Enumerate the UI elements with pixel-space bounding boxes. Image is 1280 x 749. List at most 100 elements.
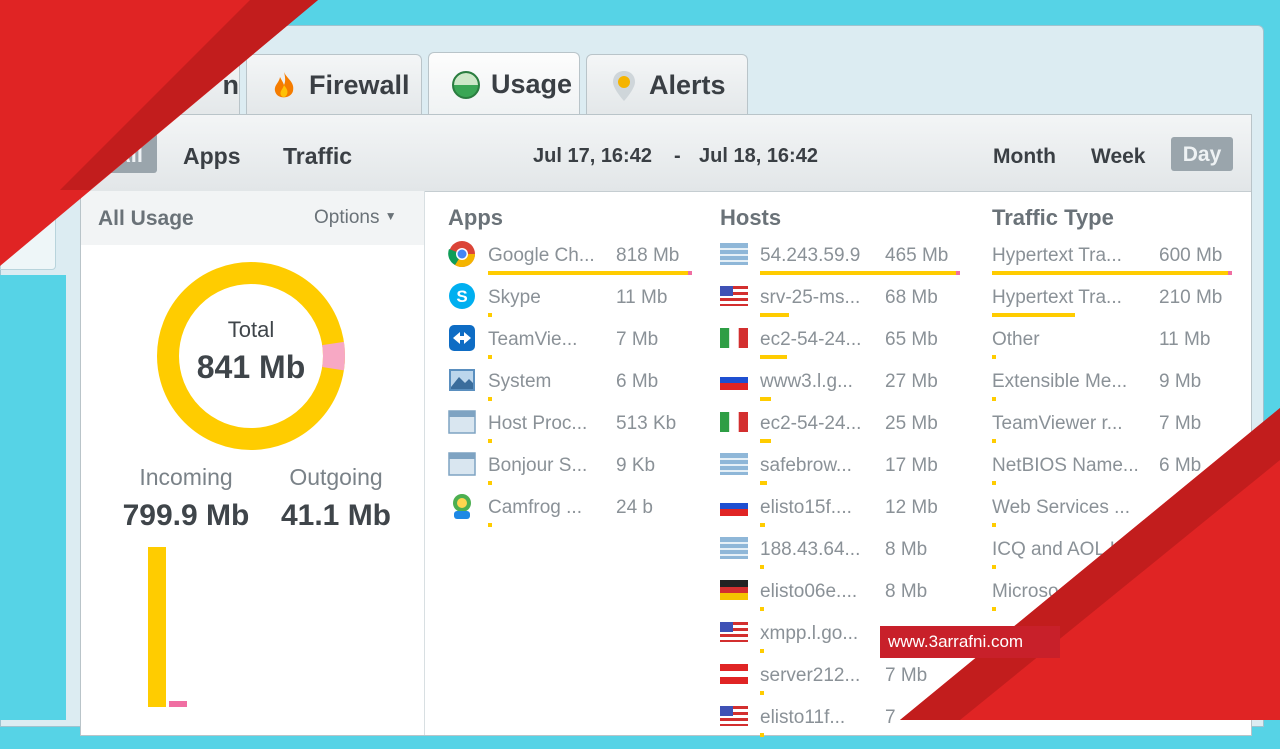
flag-at-icon bbox=[719, 659, 749, 689]
apps-row[interactable]: Google Ch... 818 Mb bbox=[448, 241, 696, 287]
flag-it-icon bbox=[719, 407, 749, 437]
hosts-row-name: ec2-54-24... bbox=[760, 329, 862, 350]
apps-row-value: 7 Mb bbox=[616, 329, 659, 350]
donut-center-label: Total 841 Mb bbox=[156, 317, 346, 386]
apps-usage-bar bbox=[488, 355, 492, 359]
hosts-usage-bar bbox=[760, 649, 764, 653]
hosts-row[interactable]: ec2-54-24... 65 Mb bbox=[720, 328, 965, 371]
usage-icon bbox=[451, 70, 481, 100]
traffic-row[interactable]: Hypertext Tra... 600 Mb bbox=[992, 245, 1239, 287]
hosts-row[interactable]: 54.243.59.9 465 Mb bbox=[720, 243, 965, 287]
apps-row-name: TeamVie... bbox=[488, 329, 578, 350]
hosts-row-name: safebrow... bbox=[760, 455, 852, 476]
apps-row-name: System bbox=[488, 371, 552, 392]
flag-de-icon bbox=[719, 575, 749, 605]
outgoing-block: Outgoing 41.1 Mb bbox=[271, 464, 401, 533]
hosts-row-name: elisto06e.... bbox=[760, 581, 858, 602]
traffic-usage-bar-tip bbox=[1228, 271, 1232, 275]
apps-row[interactable]: Bonjour S... 9 Kb bbox=[448, 452, 696, 497]
week-button[interactable]: Week bbox=[1091, 145, 1145, 169]
range-end: Jul 18, 16:42 bbox=[699, 145, 818, 167]
server-icon bbox=[719, 533, 749, 563]
total-value: 841 Mb bbox=[196, 349, 306, 385]
hosts-row-name: ec2-54-24... bbox=[760, 413, 862, 434]
traffic-row-name: Hypertext Tra... bbox=[992, 287, 1122, 308]
month-button[interactable]: Month bbox=[993, 145, 1056, 169]
flag-us-icon bbox=[719, 281, 749, 311]
hosts-row-name: elisto11f... bbox=[760, 707, 846, 728]
traffic-row-name: Extensible Me... bbox=[992, 371, 1128, 392]
traffic-row-value: 600 Mb bbox=[1159, 245, 1223, 266]
apps-row-value: 818 Mb bbox=[616, 245, 680, 266]
hosts-row-name: www3.l.g... bbox=[760, 371, 853, 392]
incoming-bar bbox=[148, 547, 166, 707]
traffic-usage-bar bbox=[992, 313, 1075, 317]
hosts-usage-bar bbox=[760, 481, 767, 485]
window-icon bbox=[447, 407, 477, 437]
hosts-row[interactable]: srv-25-ms... 68 Mb bbox=[720, 286, 965, 329]
flag-us-icon bbox=[719, 701, 749, 731]
apps-row-name: Skype bbox=[488, 287, 541, 308]
apps-row-value: 6 Mb bbox=[616, 371, 659, 392]
range-separator: - bbox=[674, 145, 681, 167]
apps-row[interactable]: S Skype 11 Mb bbox=[449, 283, 696, 329]
hosts-row-name: xmpp.l.go... bbox=[760, 623, 859, 644]
outgoing-value: 41.1 Mb bbox=[280, 499, 392, 532]
hosts-usage-bar bbox=[760, 565, 764, 569]
hosts-row-value: 65 Mb bbox=[885, 329, 938, 350]
server-icon bbox=[719, 449, 749, 479]
hosts-usage-bar-tip bbox=[956, 271, 960, 275]
traffic-row[interactable]: Other 11 Mb bbox=[992, 329, 1239, 371]
traffic-usage-bar bbox=[992, 271, 1232, 275]
apps-row-name: Host Proc... bbox=[488, 413, 588, 434]
incoming-value: 799.9 Mb bbox=[122, 499, 250, 532]
apps-row[interactable]: TeamVie... 7 Mb bbox=[449, 325, 696, 371]
apps-row-value: 513 Kb bbox=[616, 413, 677, 434]
range-start: Jul 17, 16:42 bbox=[533, 145, 652, 167]
system-icon bbox=[447, 365, 477, 395]
traffic-column-title: Traffic Type bbox=[992, 205, 1114, 230]
hosts-row-name: 54.243.59.9 bbox=[760, 245, 861, 266]
outgoing-label: Outgoing bbox=[289, 464, 383, 490]
watermark: www.3arrafni.com bbox=[880, 626, 1060, 658]
window-icon bbox=[447, 449, 477, 479]
incoming-block: Incoming 799.9 Mb bbox=[111, 464, 261, 533]
hosts-usage-bar bbox=[760, 607, 764, 611]
chrome-icon bbox=[447, 239, 477, 269]
traffic-row-value: 11 Mb bbox=[1159, 329, 1211, 350]
apps-usage-bar bbox=[488, 439, 492, 443]
traffic-row[interactable]: Hypertext Tra... 210 Mb bbox=[992, 287, 1239, 329]
outgoing-bar bbox=[169, 701, 187, 707]
apps-row[interactable]: System 6 Mb bbox=[449, 369, 696, 413]
corner-banner-bottom bbox=[900, 408, 1280, 720]
apps-column-title: Apps bbox=[448, 205, 503, 230]
hosts-row-name: srv-25-ms... bbox=[760, 287, 861, 308]
apps-row[interactable]: Camfrog ... 24 b bbox=[453, 494, 696, 539]
hosts-usage-bar bbox=[760, 355, 787, 359]
hosts-usage-bar bbox=[760, 397, 771, 401]
apps-usage-bar bbox=[488, 313, 492, 317]
apps-row-name: Google Ch... bbox=[488, 245, 595, 266]
hosts-row-name: elisto15f.... bbox=[760, 497, 852, 518]
traffic-usage-bar bbox=[992, 355, 996, 359]
apps-usage-bar bbox=[488, 271, 692, 275]
hosts-usage-bar bbox=[760, 523, 765, 527]
flag-ru-icon bbox=[719, 491, 749, 521]
apps-row-value: 24 b bbox=[616, 497, 653, 518]
tab-usage[interactable]: Usage bbox=[428, 52, 580, 116]
corner-banner-top bbox=[0, 0, 318, 266]
hosts-usage-bar bbox=[760, 691, 764, 695]
day-button[interactable]: Day bbox=[1171, 137, 1233, 171]
hosts-row-name: 188.43.64... bbox=[760, 539, 861, 560]
background-strip bbox=[0, 275, 66, 720]
apps-row-name: Camfrog ... bbox=[488, 497, 582, 518]
tab-alerts[interactable]: Alerts bbox=[586, 54, 748, 116]
incoming-label: Incoming bbox=[139, 464, 233, 490]
camfrog-icon bbox=[447, 491, 477, 521]
apps-row[interactable]: Host Proc... 513 Kb bbox=[448, 410, 696, 455]
hosts-column-title: Hosts bbox=[720, 205, 782, 230]
apps-usage-bar bbox=[488, 397, 492, 401]
hosts-usage-bar bbox=[760, 439, 771, 443]
apps-row-value: 11 Mb bbox=[616, 287, 668, 308]
skype-icon: S bbox=[447, 281, 477, 311]
